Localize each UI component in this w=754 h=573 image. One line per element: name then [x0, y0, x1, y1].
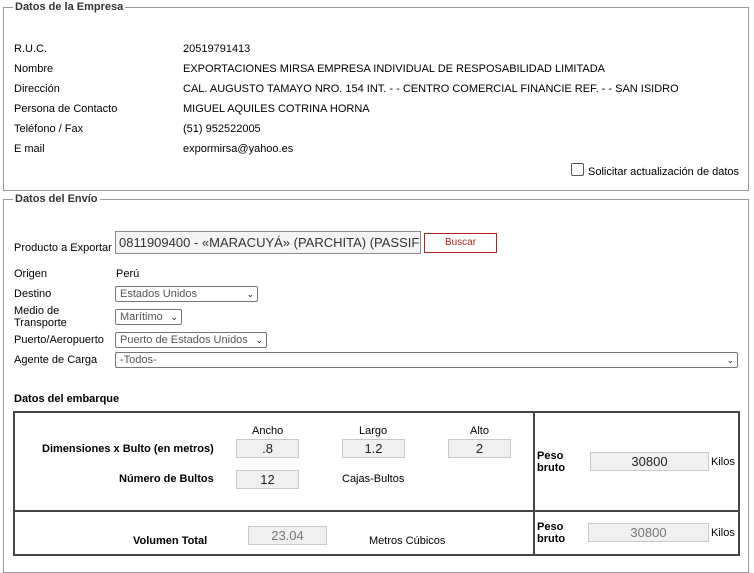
destino-label: Destino	[14, 288, 52, 300]
alto-label: Alto	[470, 425, 489, 437]
destino-select-value: Estados Unidos	[120, 288, 198, 300]
agente-label: Agente de Carga	[14, 354, 98, 366]
update-checkbox[interactable]	[571, 163, 584, 176]
volumen-label: Volumen Total	[133, 535, 208, 547]
telefono-label: Teléfono / Fax	[14, 123, 84, 135]
volumen-unit: Metros Cúbicos	[369, 535, 446, 547]
medio-label-line1: Medio de	[14, 305, 60, 317]
agente-select-value: -Todos-	[120, 354, 157, 366]
bultos-unit: Cajas-Bultos	[342, 473, 405, 485]
medio-select-value: Marítimo	[120, 311, 163, 323]
medio-select[interactable]: Marítimo ⌄	[115, 309, 182, 325]
puerto-select-value: Puerto de Estados Unidos	[120, 334, 248, 346]
puerto-select[interactable]: Puerto de Estados Unidos ⌄	[115, 332, 267, 348]
volumen-input: 23.04	[248, 526, 327, 545]
largo-input[interactable]: 1.2	[342, 439, 405, 458]
peso-input[interactable]: 30800	[590, 452, 709, 471]
origen-value: Perú	[116, 268, 140, 280]
ruc-value: 20519791413	[183, 43, 251, 55]
destino-select[interactable]: Estados Unidos ⌄	[115, 286, 258, 302]
envio-legend: Datos del Envío	[15, 193, 98, 205]
empresa-legend: Datos de la Empresa	[15, 1, 124, 13]
nombre-value: EXPORTACIONES MIRSA EMPRESA INDIVIDUAL D…	[183, 63, 605, 75]
puerto-label: Puerto/Aeropuerto	[14, 334, 104, 346]
producto-input[interactable]: 0811909400 - «MARACUYÁ» (PARCHITA) (PASS…	[115, 231, 421, 254]
direccion-label: Dirección	[14, 83, 60, 95]
peso-label-line2: bruto	[537, 462, 566, 474]
contacto-label: Persona de Contacto	[14, 103, 118, 115]
nombre-label: Nombre	[14, 63, 54, 75]
chevron-down-icon: ⌄	[246, 289, 254, 299]
medio-label-line2: Transporte	[14, 317, 67, 329]
peso-label-line1: Peso	[537, 450, 564, 462]
agente-select[interactable]: -Todos- ⌄	[115, 352, 738, 368]
update-checkbox-label[interactable]: Solicitar actualización de datos	[588, 166, 739, 178]
peso-unit: Kilos	[711, 456, 735, 468]
ancho-label: Ancho	[252, 425, 284, 437]
contacto-value: MIGUEL AQUILES COTRINA HORNA	[183, 103, 370, 115]
chevron-down-icon: ⌄	[726, 355, 734, 365]
chevron-down-icon: ⌄	[255, 335, 263, 345]
embarque-divider-vertical	[533, 411, 535, 556]
buscar-button[interactable]: Buscar	[424, 233, 497, 253]
peso2-label-line2: bruto	[537, 533, 566, 545]
email-value: expormirsa@yahoo.es	[183, 143, 294, 155]
direccion-value: CAL. AUGUSTO TAMAYO NRO. 154 INT. - - CE…	[183, 83, 679, 95]
peso2-label-line1: Peso	[537, 521, 564, 533]
bultos-input[interactable]: 12	[236, 470, 299, 489]
chevron-down-icon: ⌄	[170, 312, 178, 322]
peso2-input: 30800	[588, 523, 709, 542]
largo-label: Largo	[359, 425, 388, 437]
email-label: E mail	[14, 143, 45, 155]
origen-label: Origen	[14, 268, 48, 280]
embarque-title: Datos del embarque	[14, 393, 120, 405]
ancho-input[interactable]: .8	[236, 439, 299, 458]
bultos-label: Número de Bultos	[119, 473, 214, 485]
telefono-value: (51) 952522005	[183, 123, 261, 135]
dimensiones-label: Dimensiones x Bulto (en metros)	[42, 443, 214, 455]
peso2-unit: Kilos	[711, 527, 735, 539]
ruc-label: R.U.C.	[14, 43, 47, 55]
alto-input[interactable]: 2	[448, 439, 511, 458]
embarque-divider-horizontal	[13, 510, 740, 512]
empresa-fieldset: Datos de la Empresa	[3, 1, 749, 191]
producto-label: Producto a Exportar	[14, 242, 112, 254]
